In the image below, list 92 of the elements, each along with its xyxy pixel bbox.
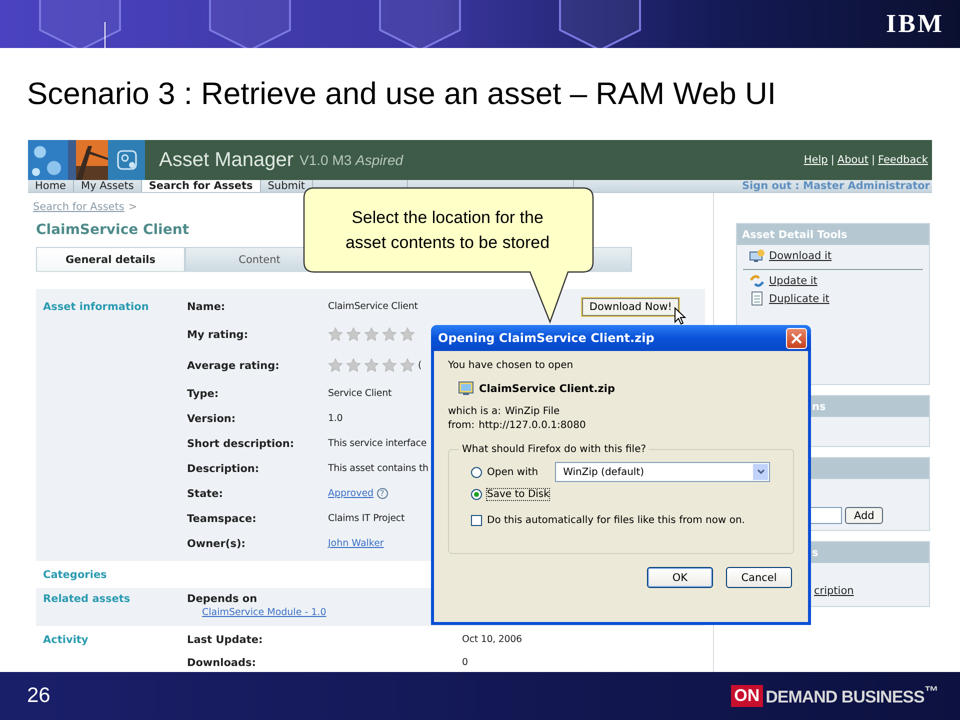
field-value: ClaimService Client — [328, 301, 418, 312]
from-value: http://127.0.0.1:8080 — [478, 420, 586, 431]
rating-count: ( — [418, 360, 422, 371]
field-label: Downloads: — [187, 656, 257, 668]
dialog-title: Opening ClaimService Client.zip — [438, 331, 654, 345]
close-icon — [791, 332, 802, 344]
field-label: Teamspace: — [187, 512, 258, 524]
star-icon[interactable] — [364, 327, 379, 342]
relation-label: Depends on — [187, 593, 258, 605]
section-heading: Related assets — [43, 593, 132, 605]
field-label: Name: — [187, 300, 226, 312]
chevron-down-icon — [756, 469, 765, 475]
field-label: Owner(s): — [187, 538, 246, 550]
option-label[interactable]: Open with — [487, 466, 538, 478]
link-separator: | — [871, 154, 875, 166]
asset-title: ClaimService Client — [36, 222, 190, 238]
monitor-download-icon — [749, 249, 765, 263]
dialog-button[interactable]: OK — [647, 567, 713, 588]
link-icon — [116, 149, 138, 171]
arrows-icon — [749, 274, 765, 288]
brand-text: DEMAND BUSINESS$^{™}$ — [766, 684, 938, 708]
tool-link[interactable]: Download it — [749, 249, 917, 263]
file-name: ClaimService Client.zip — [479, 382, 615, 394]
field-value: Oct 10, 2006 — [462, 634, 522, 645]
tool-link[interactable]: Update it — [749, 274, 917, 288]
panel-title: Asset Detail Tools — [742, 228, 848, 240]
nav-tab[interactable]: Search for Assets — [142, 180, 261, 192]
star-icon[interactable] — [382, 327, 397, 342]
type-value: WinZip File — [504, 406, 560, 417]
field-link[interactable]: John Walker — [328, 538, 384, 549]
nav-tab[interactable]: Home — [28, 180, 74, 192]
header-link[interactable]: Help — [804, 154, 828, 166]
star-icon[interactable] — [382, 358, 397, 373]
slide-title: Scenario 3 : Retrieve and use an asset – RAM Web UI — [27, 76, 776, 112]
related-asset-link[interactable]: ClaimService Module - 1.0 — [202, 607, 326, 618]
brand-tag: ON — [731, 685, 763, 707]
close-button[interactable] — [786, 328, 807, 348]
field-value: 1.0 — [328, 413, 343, 424]
star-icon[interactable] — [364, 358, 379, 373]
star-icon[interactable] — [400, 358, 415, 373]
star-icon[interactable] — [346, 327, 361, 342]
dialog-intro: You have chosen to open — [448, 360, 574, 371]
field-label: My rating: — [187, 328, 250, 340]
document-icon — [749, 291, 765, 306]
section-heading: Activity — [43, 634, 90, 646]
panel-title: s — [811, 546, 818, 558]
detail-tab[interactable]: General details — [36, 247, 185, 271]
star-icon[interactable] — [328, 358, 343, 373]
tool-link[interactable]: Duplicate it — [749, 291, 917, 306]
star-icon[interactable] — [346, 358, 361, 373]
app-name: Asset Manager — [159, 148, 294, 172]
page-number: 26 — [27, 684, 50, 708]
input-field[interactable] — [810, 507, 842, 524]
field-label: Description: — [187, 462, 260, 474]
field-value: 0 — [462, 657, 468, 668]
type-label: which is a: — [448, 406, 501, 417]
field-label: Last Update: — [187, 634, 264, 646]
breadcrumb-separator: > — [128, 201, 138, 213]
star-icon[interactable] — [400, 327, 415, 342]
field-value: Claims IT Project — [328, 513, 405, 524]
field-link[interactable]: Approved — [328, 488, 374, 499]
field-label: Type: — [187, 388, 220, 400]
add-button[interactable]: Add — [845, 507, 884, 524]
file-icon — [458, 381, 474, 396]
panel-title: ns — [811, 400, 826, 412]
header-link[interactable]: Feedback — [878, 154, 928, 166]
link-separator: | — [830, 154, 834, 166]
callout-text: Select the location for the asset contents to be stored — [345, 207, 550, 254]
radio-button[interactable] — [471, 488, 482, 500]
field-label: Average rating: — [187, 360, 280, 372]
dialog-button[interactable]: Cancel — [726, 567, 792, 588]
download-now-button[interactable]: Download Now! — [582, 298, 679, 316]
group-legend: What should Firefox do with this file? — [459, 444, 650, 455]
option-label[interactable]: Save to Disk — [487, 488, 550, 500]
app-version: V1.0 M3 Aspired — [300, 152, 404, 168]
field-value: This service interface — [328, 438, 427, 449]
radio-button[interactable] — [471, 466, 482, 478]
header-link[interactable]: About — [837, 154, 868, 166]
checkbox-label[interactable]: Do this automatically for files like this from now on. — [487, 514, 745, 526]
star-icon[interactable] — [328, 327, 343, 342]
field-label: Version: — [187, 412, 237, 424]
from-label: from: — [448, 420, 475, 431]
field-label: State: — [187, 488, 224, 500]
section-heading: Asset information — [43, 300, 150, 312]
field-label: Short description: — [187, 438, 296, 450]
field-value: Service Client — [328, 388, 392, 399]
help-button[interactable]: ? — [376, 488, 388, 499]
pointer-icon — [674, 307, 686, 325]
checkbox[interactable] — [471, 514, 482, 526]
application-select[interactable]: WinZip (default) — [555, 462, 770, 482]
section-heading: Categories — [43, 568, 108, 580]
field-value: This asset contains th — [328, 463, 428, 474]
